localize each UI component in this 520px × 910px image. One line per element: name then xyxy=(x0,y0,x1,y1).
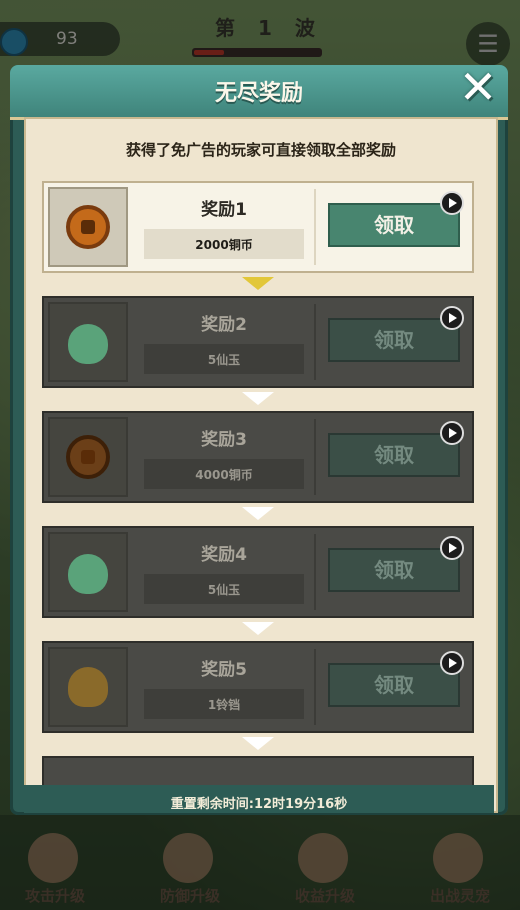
nav-income-upgrade[interactable]: 收益升级 xyxy=(270,815,380,910)
reward-thumbnail xyxy=(48,532,128,612)
copper-coin-icon xyxy=(66,435,110,479)
nav-attack-upgrade[interactable]: 攻击升级 xyxy=(0,815,110,910)
video-ad-icon xyxy=(440,191,464,215)
jade-bag-icon xyxy=(68,324,108,364)
chevron-down-icon xyxy=(242,737,274,750)
panel-header: 无尽奖励 ✕ xyxy=(10,63,508,120)
reward-card: 奖励1 2000铜币 领取 xyxy=(42,181,474,273)
video-ad-icon xyxy=(440,421,464,445)
bell-icon xyxy=(68,667,108,707)
claim-button[interactable]: 领取 xyxy=(328,433,460,477)
claim-button[interactable]: 领取 xyxy=(328,203,460,247)
bottom-nav: 攻击升级 防御升级 收益升级 出战灵宠 xyxy=(0,815,520,910)
card-divider xyxy=(314,189,316,265)
nav-label: 防御升级 xyxy=(159,887,220,905)
nav-label: 出战灵宠 xyxy=(429,887,490,905)
reward-amount: 5仙玉 xyxy=(207,583,241,597)
panel-subtitle: 获得了免广告的玩家可直接领取全部奖励 xyxy=(125,141,396,159)
reset-timer: 重置剩余时间:12时19分16秒 xyxy=(170,797,348,812)
jade-bag-icon xyxy=(68,554,108,594)
reward-card: 奖励2 5仙玉 领取 xyxy=(42,296,474,388)
reward-name: 奖励5 xyxy=(201,660,247,680)
reward-name: 奖励2 xyxy=(201,315,247,335)
chevron-down-icon xyxy=(242,507,274,520)
reward-amount: 4000铜币 xyxy=(195,468,253,482)
reward-amount: 5仙玉 xyxy=(207,353,241,367)
reward-card: 奖励5 1铃铛 领取 xyxy=(42,641,474,733)
video-ad-icon xyxy=(440,651,464,675)
gold-pot-icon xyxy=(298,833,348,883)
claim-button[interactable]: 领取 xyxy=(328,318,460,362)
reward-amount: 2000铜币 xyxy=(195,238,253,252)
nav-defense-upgrade[interactable]: 防御升级 xyxy=(135,815,245,910)
panel-title: 无尽奖励 xyxy=(214,81,303,106)
nav-label: 攻击升级 xyxy=(24,887,85,905)
reward-card: 奖励4 5仙玉 领取 xyxy=(42,526,474,618)
shield-icon xyxy=(163,833,213,883)
pet-icon xyxy=(433,833,483,883)
reward-thumbnail xyxy=(48,647,128,727)
reward-name: 奖励1 xyxy=(201,200,247,220)
claim-button[interactable]: 领取 xyxy=(328,663,460,707)
card-divider xyxy=(314,649,316,725)
nav-label: 收益升级 xyxy=(294,887,355,905)
close-button[interactable]: ✕ xyxy=(454,63,502,111)
card-divider xyxy=(314,534,316,610)
reward-name: 奖励3 xyxy=(201,430,247,450)
endless-reward-panel: 无尽奖励 ✕ 获得了免广告的玩家可直接领取全部奖励 奖励1 2000铜币 领取 奖励2… xyxy=(10,63,508,815)
reward-thumbnail xyxy=(48,187,128,267)
reward-thumbnail xyxy=(48,302,128,382)
copper-coin-icon xyxy=(66,205,110,249)
chevron-down-icon xyxy=(242,277,274,290)
claim-button[interactable]: 领取 xyxy=(328,548,460,592)
reward-thumbnail xyxy=(48,417,128,497)
card-divider xyxy=(314,419,316,495)
video-ad-icon xyxy=(440,536,464,560)
card-divider xyxy=(314,304,316,380)
chevron-down-icon xyxy=(242,392,274,405)
reward-amount: 1铃铛 xyxy=(207,698,241,712)
reward-card: 奖励3 4000铜币 领取 xyxy=(42,411,474,503)
chevron-down-icon xyxy=(242,622,274,635)
sword-icon xyxy=(28,833,78,883)
reward-name: 奖励4 xyxy=(201,545,247,565)
video-ad-icon xyxy=(440,306,464,330)
nav-pet-deploy[interactable]: 出战灵宠 xyxy=(405,815,515,910)
close-icon: ✕ xyxy=(458,60,498,114)
panel-body: 获得了免广告的玩家可直接领取全部奖励 奖励1 2000铜币 领取 奖励2 5仙玉 领取 奖励… xyxy=(24,117,498,813)
